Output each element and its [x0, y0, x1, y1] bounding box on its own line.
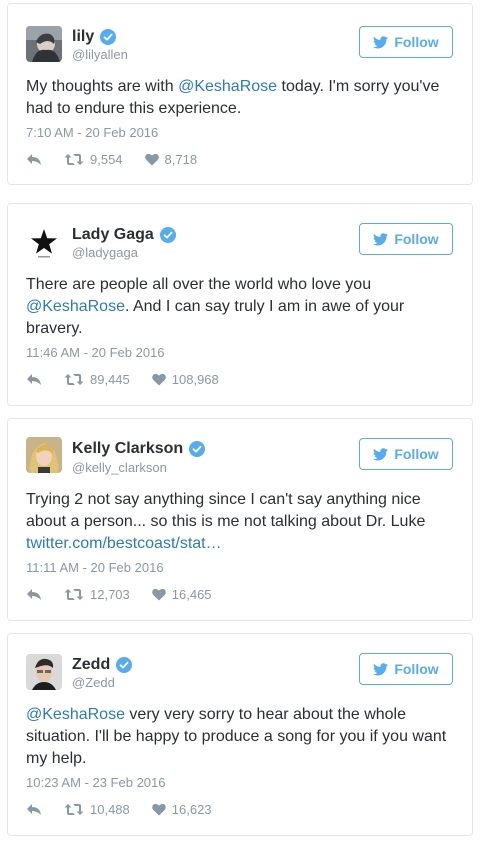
author-handle[interactable]: @Zedd	[72, 675, 115, 690]
author-name-row: lily	[72, 28, 117, 46]
mention-link[interactable]: @KeshaRose	[178, 78, 277, 95]
tweet-text-segment: My thoughts are with	[26, 78, 179, 95]
display-name[interactable]: Kelly Clarkson	[72, 440, 183, 458]
reply-button[interactable]	[26, 588, 42, 601]
display-name[interactable]: Zedd	[72, 656, 110, 674]
tweet-text: Trying 2 not say anything since I can't …	[26, 489, 454, 555]
tweet-card-ladygaga: Lady Gaga @ladygaga Follow There are peo…	[7, 203, 473, 406]
reply-button[interactable]	[26, 803, 42, 816]
retweet-button[interactable]: 10,488	[64, 802, 130, 817]
tweet-card-zedd: Zedd @Zedd Follow @KeshaRose very very s…	[7, 633, 473, 836]
retweet-count: 12,703	[90, 587, 130, 602]
tweet-text: There are people all over the world who …	[26, 274, 454, 340]
tweet-timestamp[interactable]: 11:11 AM - 20 Feb 2016	[26, 560, 164, 575]
like-count: 16,465	[171, 587, 212, 602]
tweet-actions: 12,703 16,465	[26, 587, 234, 602]
follow-label: Follow	[394, 446, 439, 462]
avatar[interactable]	[26, 224, 62, 260]
tweet-card-kelly-clarkson: Kelly Clarkson @kelly_clarkson Follow Tr…	[7, 418, 473, 621]
follow-label: Follow	[394, 661, 439, 677]
reply-button[interactable]	[26, 373, 42, 386]
reply-icon	[26, 803, 42, 816]
follow-button[interactable]: Follow	[359, 438, 453, 470]
mention-link[interactable]: @KeshaRose	[26, 706, 125, 723]
avatar[interactable]	[26, 437, 62, 473]
verified-badge-icon	[189, 441, 206, 457]
avatar[interactable]	[26, 654, 62, 690]
tweet-card-lilyallen: lily @lilyallen Follow My thoughts are w…	[7, 3, 473, 185]
tweet-actions: 9,554 8,718	[26, 152, 219, 167]
reply-icon	[26, 373, 42, 386]
heart-icon	[151, 373, 166, 386]
retweet-count: 9,554	[90, 152, 123, 167]
heart-icon	[151, 803, 166, 816]
follow-button[interactable]: Follow	[359, 653, 453, 685]
tweet-timestamp[interactable]: 11:46 AM - 20 Feb 2016	[26, 345, 165, 360]
like-count: 108,968	[171, 372, 219, 387]
tweet-text: My thoughts are with @KeshaRose today. I…	[26, 76, 454, 120]
tweet-text-segment: Trying 2 not say anything since I can't …	[26, 491, 426, 530]
display-name[interactable]: Lady Gaga	[72, 226, 154, 244]
url-link[interactable]: twitter.com/bestcoast/stat…	[26, 535, 222, 552]
heart-icon	[151, 588, 166, 601]
like-button[interactable]: 16,465	[151, 587, 212, 602]
retweet-button[interactable]: 12,703	[64, 587, 130, 602]
retweet-icon	[64, 588, 84, 601]
verified-badge-icon	[159, 227, 176, 243]
author-name-row: Lady Gaga	[72, 226, 176, 244]
avatar[interactable]	[26, 26, 62, 62]
follow-button[interactable]: Follow	[359, 26, 453, 58]
author-handle[interactable]: @ladygaga	[72, 245, 138, 260]
retweet-icon	[64, 153, 84, 166]
tweet-timestamp[interactable]: 7:10 AM - 20 Feb 2016	[26, 125, 158, 140]
display-name[interactable]: lily	[72, 28, 94, 46]
verified-badge-icon	[116, 657, 133, 673]
retweet-button[interactable]: 9,554	[64, 152, 123, 167]
twitter-bird-icon	[373, 662, 389, 676]
retweet-icon	[64, 803, 84, 816]
follow-button[interactable]: Follow	[359, 223, 453, 255]
reply-button[interactable]	[26, 153, 42, 166]
follow-label: Follow	[394, 34, 439, 50]
twitter-bird-icon	[373, 35, 389, 49]
twitter-bird-icon	[373, 447, 389, 461]
retweet-count: 10,488	[90, 802, 130, 817]
retweet-count: 89,445	[90, 372, 130, 387]
author-handle[interactable]: @kelly_clarkson	[72, 460, 167, 475]
tweet-timestamp[interactable]: 10:23 AM - 23 Feb 2016	[26, 775, 165, 790]
tweet-actions: 10,488 16,623	[26, 802, 234, 817]
author-name-row: Kelly Clarkson	[72, 440, 206, 458]
author-name-row: Zedd	[72, 656, 133, 674]
tweet-text: @KeshaRose very very sorry to hear about…	[26, 704, 454, 770]
like-button[interactable]: 108,968	[151, 372, 219, 387]
like-count: 8,718	[164, 152, 198, 167]
author-handle[interactable]: @lilyallen	[72, 47, 128, 62]
reply-icon	[26, 588, 42, 601]
tweet-text-segment: There are people all over the world who …	[26, 276, 372, 293]
follow-label: Follow	[394, 231, 439, 247]
twitter-bird-icon	[373, 232, 389, 246]
retweet-button[interactable]: 89,445	[64, 372, 130, 387]
like-button[interactable]: 8,718	[144, 152, 198, 167]
retweet-icon	[64, 373, 84, 386]
verified-badge-icon	[100, 29, 117, 45]
tweet-actions: 89,445 108,968	[26, 372, 241, 387]
mention-link[interactable]: @KeshaRose	[26, 298, 125, 315]
like-button[interactable]: 16,623	[151, 802, 212, 817]
reply-icon	[26, 153, 42, 166]
like-count: 16,623	[171, 802, 212, 817]
heart-icon	[144, 153, 159, 166]
